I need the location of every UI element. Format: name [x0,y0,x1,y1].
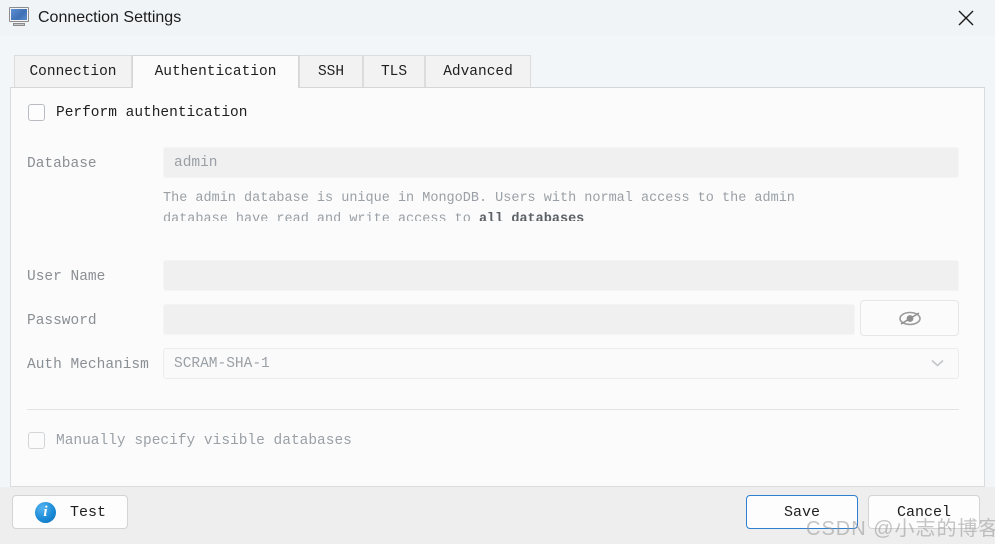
tab-advanced[interactable]: Advanced [425,55,531,87]
title-bar: Connection Settings [0,0,995,36]
database-help-line-2-prefix: database have read and write access to [163,212,479,221]
tab-bar: Connection Authentication SSH TLS Advanc… [0,55,995,88]
perform-authentication-row[interactable]: Perform authentication [28,104,247,121]
password-label: Password [27,313,97,329]
tab-connection[interactable]: Connection [14,55,132,87]
monitor-screen [11,9,27,20]
tab-tls[interactable]: TLS [363,55,425,87]
database-label: Database [27,156,97,172]
user-name-input[interactable] [163,260,959,291]
toggle-password-visibility-button[interactable] [860,300,959,336]
database-help-emphasis: all databases [478,212,585,221]
manual-databases-label: Manually specify visible databases [56,432,352,449]
connection-settings-window: Connection Settings Connection Authentic… [0,0,995,544]
cancel-button[interactable]: Cancel [868,495,980,529]
authentication-panel: Perform authentication Database admin Th… [10,87,985,487]
monitor-icon [8,6,30,28]
auth-mechanism-label: Auth Mechanism [27,357,149,373]
database-help-text: The admin database is unique in MongoDB.… [163,188,927,221]
close-button[interactable] [937,0,995,36]
user-name-label: User Name [27,269,106,285]
test-button-label: Test [70,503,107,521]
auth-mechanism-select[interactable]: SCRAM-SHA-1 [163,348,959,379]
info-icon: i [35,501,56,523]
manual-databases-checkbox[interactable] [28,432,45,449]
password-input[interactable] [163,304,855,335]
tab-ssh[interactable]: SSH [299,55,363,87]
test-button[interactable]: i Test [12,495,128,529]
monitor-stand [13,23,25,26]
tab-authentication[interactable]: Authentication [132,55,299,88]
database-help-line-1: The admin database is unique in MongoDB.… [163,191,795,206]
manual-databases-row[interactable]: Manually specify visible databases [28,432,352,449]
footer-bar: i Test Save Cancel [0,487,995,544]
perform-authentication-checkbox[interactable] [28,104,45,121]
chevron-down-icon [931,356,944,372]
section-divider [27,409,959,410]
perform-authentication-label: Perform authentication [56,104,248,121]
save-button[interactable]: Save [746,495,858,529]
close-icon [958,10,974,26]
database-help-line-2: database have read and write access to a… [163,209,927,221]
window-title: Connection Settings [38,9,182,26]
eye-icon [898,311,921,325]
database-input[interactable]: admin [163,147,959,178]
auth-mechanism-value: SCRAM-SHA-1 [174,355,270,372]
